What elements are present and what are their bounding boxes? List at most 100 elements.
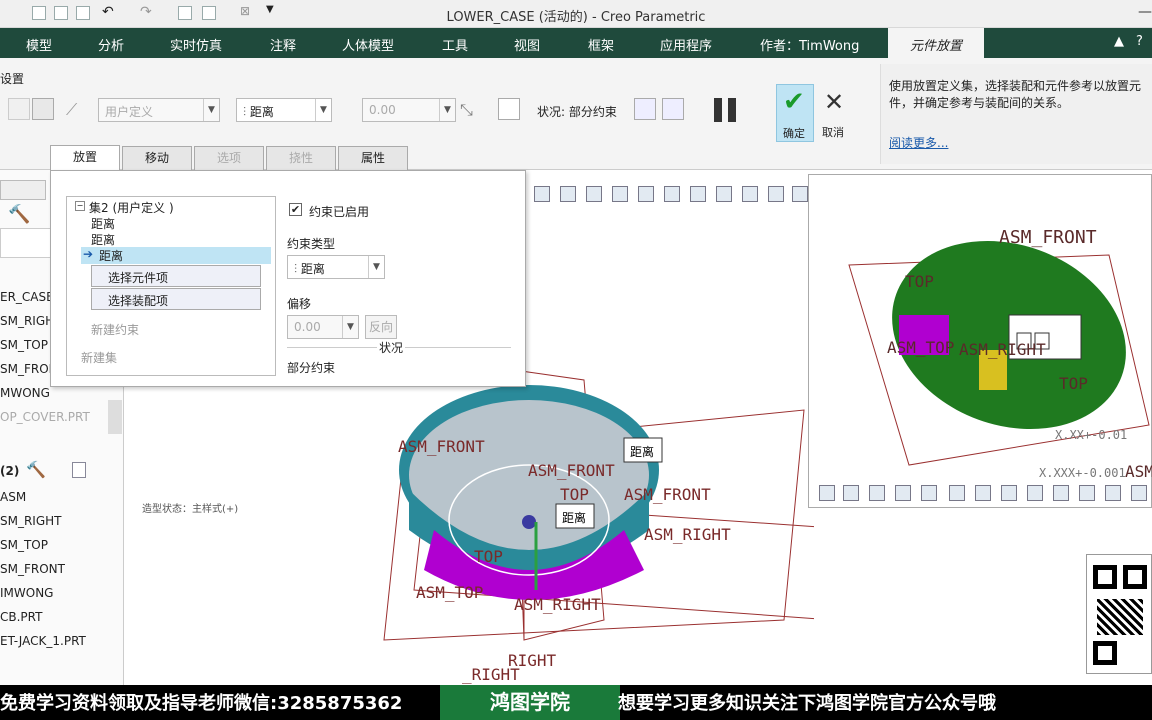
tree-item[interactable]: ET-JACK_1.PRT bbox=[0, 634, 86, 648]
cancel-button[interactable]: ✕ 取消 bbox=[820, 84, 852, 142]
collapse-icon[interactable]: − bbox=[75, 201, 85, 211]
show-dragger-icon[interactable] bbox=[498, 98, 520, 120]
svg-text:TOP: TOP bbox=[474, 547, 503, 566]
tab-live-simulation[interactable]: 实时仿真 bbox=[170, 35, 222, 54]
tree-item[interactable]: SM_FRONT bbox=[0, 562, 65, 576]
new-set-link[interactable]: 新建集 bbox=[81, 349, 117, 366]
tree-item[interactable]: SM_FRON bbox=[0, 362, 58, 376]
annotation-display-icon[interactable] bbox=[1027, 485, 1043, 501]
help-panel: 使用放置定义集，选择装配和元件参考以放置元件，并确定参考与装配间的关系。 阅读更… bbox=[880, 64, 1152, 164]
perspective-icon[interactable] bbox=[1001, 485, 1017, 501]
constraint-item-selected[interactable]: ➔ 距离 bbox=[81, 247, 271, 264]
pause-icon[interactable] bbox=[714, 98, 722, 122]
refit-icon[interactable] bbox=[819, 485, 835, 501]
datum-display-icon[interactable] bbox=[716, 186, 732, 202]
constraint-set[interactable]: 集2 (用户定义 ) bbox=[89, 199, 174, 216]
distance-callout-2-text: 距离 bbox=[562, 510, 586, 525]
tab-model[interactable]: 模型 bbox=[26, 35, 52, 54]
assembly-window-icon[interactable] bbox=[662, 98, 684, 120]
saved-views-icon[interactable] bbox=[949, 485, 965, 501]
constraint-enabled-label: 约束已启用 bbox=[309, 205, 370, 219]
show-icon[interactable] bbox=[72, 462, 86, 478]
constraint-type-dropdown[interactable]: ⫶ 距离 ▼ bbox=[287, 255, 385, 279]
zoom-out-icon[interactable] bbox=[869, 485, 885, 501]
saved-views-icon[interactable] bbox=[612, 186, 628, 202]
flip-icon[interactable]: ⤡ bbox=[460, 100, 473, 120]
ok-label: 确定 bbox=[783, 127, 805, 140]
tab-properties[interactable]: 属性 bbox=[338, 146, 408, 170]
select-component-item[interactable]: 选择元件项 bbox=[91, 265, 261, 287]
spin-center-icon[interactable] bbox=[742, 186, 758, 202]
mechanism-icon: ⟋ bbox=[66, 100, 78, 119]
constraint-type-select[interactable]: ⫶ 距离 ▼ bbox=[236, 98, 332, 122]
tab-framework[interactable]: 框架 bbox=[588, 35, 614, 54]
offset-field[interactable]: 0.00 ▼ bbox=[287, 315, 359, 339]
tab-component-placement[interactable]: 元件放置 bbox=[888, 28, 985, 58]
select-assembly-item[interactable]: 选择装配项 bbox=[91, 288, 261, 310]
tree-item[interactable]: MWONG bbox=[0, 386, 50, 400]
pause-icon-bar[interactable] bbox=[728, 98, 736, 122]
tab-flexibility: 挠性 bbox=[266, 146, 336, 170]
section-label: (2) bbox=[0, 464, 20, 478]
datum-plane-icon[interactable] bbox=[768, 186, 784, 202]
tab-author[interactable]: 作者：TimWong bbox=[760, 35, 859, 54]
tab-annotate[interactable]: 注释 bbox=[270, 35, 296, 54]
perspective-icon[interactable] bbox=[664, 186, 680, 202]
spin-center-icon[interactable] bbox=[1079, 485, 1095, 501]
datum-plane-icon[interactable] bbox=[1105, 485, 1121, 501]
scrollbar[interactable] bbox=[108, 400, 122, 434]
tab-manikin[interactable]: 人体模型 bbox=[342, 35, 394, 54]
ok-button[interactable]: ✔ 确定 bbox=[776, 84, 814, 142]
tab-tools[interactable]: 工具 bbox=[442, 35, 468, 54]
minimize-button[interactable]: — bbox=[1138, 4, 1152, 20]
refit-icon[interactable] bbox=[534, 186, 550, 202]
new-constraint-link[interactable]: 新建约束 bbox=[91, 321, 139, 338]
separate-window-icon[interactable] bbox=[634, 98, 656, 120]
collapse-ribbon-icon[interactable]: ▲ bbox=[1114, 34, 1124, 49]
origin-marker bbox=[522, 515, 536, 529]
constraint-set-icon[interactable] bbox=[32, 98, 54, 120]
tab-placement[interactable]: 放置 bbox=[50, 145, 120, 171]
offset-input[interactable]: 0.00 ▼ bbox=[362, 98, 456, 122]
tree-item[interactable]: OP_COVER.PRT bbox=[0, 410, 90, 424]
annotation-display-icon[interactable] bbox=[690, 186, 706, 202]
tree-item[interactable]: SM_RIGHT bbox=[0, 514, 62, 528]
tab-analysis[interactable]: 分析 bbox=[98, 35, 124, 54]
component-preview-window[interactable]: ASM_FRONT TOP ASM_TOP ASM_RIGHT TOP X.XX… bbox=[808, 174, 1152, 508]
tree-item[interactable]: CB.PRT bbox=[0, 610, 42, 624]
repaint-icon[interactable] bbox=[560, 186, 576, 202]
repaint-icon[interactable] bbox=[895, 485, 911, 501]
help-text: 使用放置定义集，选择装配和元件参考以放置元件，并确定参考与装配间的关系。 bbox=[889, 79, 1142, 110]
constraint-enabled-checkbox[interactable]: ✔ bbox=[289, 203, 302, 216]
close-icon: ✕ bbox=[824, 88, 845, 116]
read-more-link[interactable]: 阅读更多... bbox=[889, 134, 948, 151]
tree-item[interactable]: ASM bbox=[0, 490, 26, 504]
tree-item[interactable]: ER_CASE. bbox=[0, 290, 58, 304]
tree-item[interactable]: SM_TOP bbox=[0, 338, 48, 352]
datum-axis-icon[interactable] bbox=[1131, 485, 1147, 501]
tab-move[interactable]: 移动 bbox=[122, 146, 192, 170]
display-style-icon[interactable] bbox=[921, 485, 937, 501]
help-icon[interactable]: ? bbox=[1136, 34, 1143, 49]
banner-brand: 鸿图学院 bbox=[440, 685, 620, 720]
datum-axis-icon[interactable] bbox=[792, 186, 808, 202]
view-manager-icon[interactable] bbox=[638, 186, 654, 202]
flip-button[interactable]: 反向 bbox=[365, 315, 397, 339]
tree-item[interactable]: IMWONG bbox=[0, 586, 53, 600]
datum-display-icon[interactable] bbox=[1053, 485, 1069, 501]
tab-applications[interactable]: 应用程序 bbox=[660, 35, 712, 54]
constraint-item[interactable]: 距离 bbox=[91, 215, 115, 232]
view-manager-icon[interactable] bbox=[975, 485, 991, 501]
display-style-icon[interactable] bbox=[586, 186, 602, 202]
zoom-in-icon[interactable] bbox=[843, 485, 859, 501]
checkmark-icon: ✔ bbox=[783, 87, 805, 117]
tab-view[interactable]: 视图 bbox=[514, 35, 540, 54]
tree-item[interactable]: SM_TOP bbox=[0, 538, 48, 552]
constraint-item[interactable]: 距离 bbox=[91, 231, 115, 248]
banner-right-text: 想要学习更多知识关注下鸿图学院官方公众号哦 bbox=[618, 693, 996, 714]
preview-canvas[interactable]: ASM_FRONT TOP ASM_TOP ASM_RIGHT TOP X.XX… bbox=[809, 175, 1152, 509]
title-bar: ↶ ↷ ⊠ ▼ LOWER_CASE (活动的) - Creo Parametr… bbox=[0, 0, 1152, 28]
settings-icon[interactable]: 🔨 bbox=[26, 460, 46, 479]
settings-icon[interactable]: 🔨 bbox=[8, 204, 30, 225]
model-tree-tab[interactable] bbox=[0, 180, 46, 200]
